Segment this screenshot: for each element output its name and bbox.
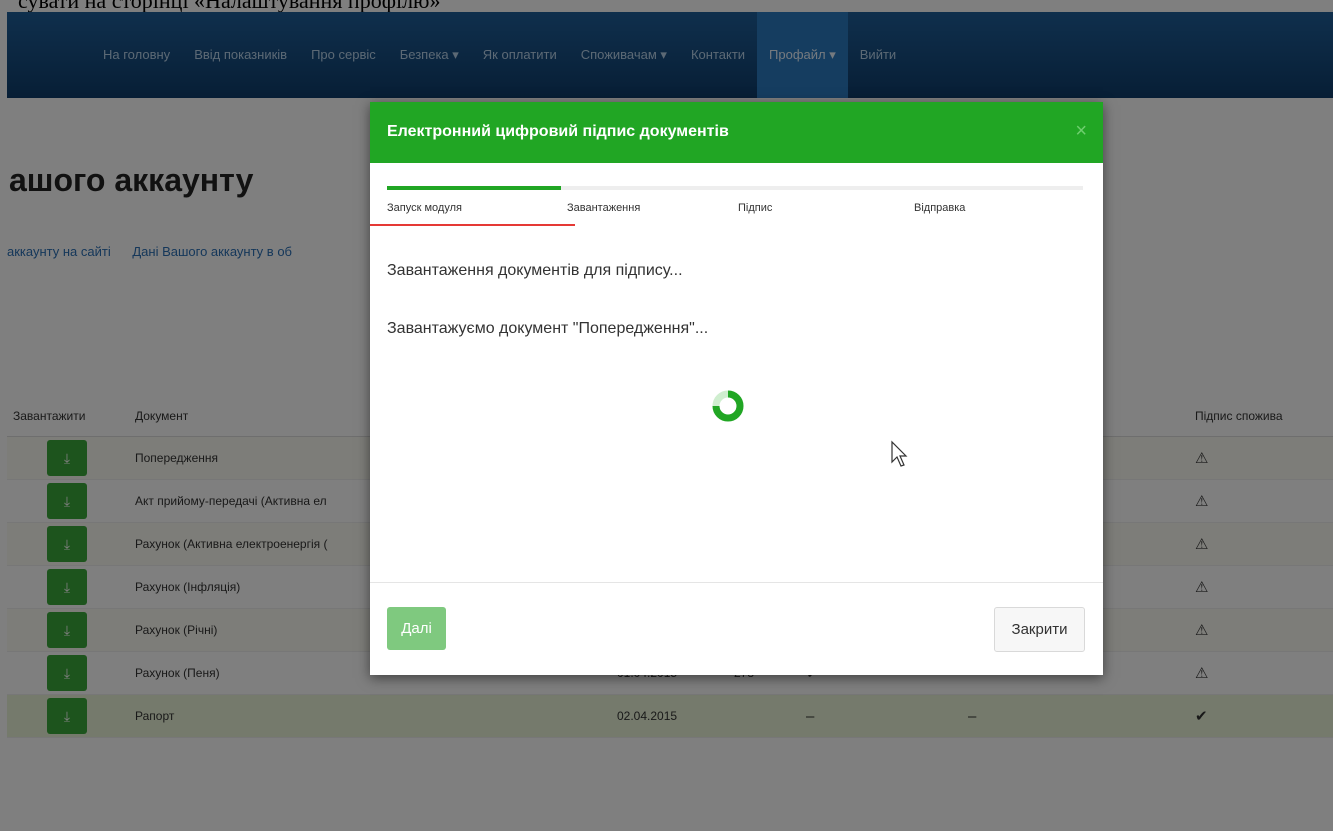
modal-title: Електронний цифровий підпис документів bbox=[387, 123, 729, 140]
close-button[interactable]: Закрити bbox=[994, 607, 1085, 652]
loading-spinner-icon bbox=[712, 390, 744, 422]
step-sending: Відправка bbox=[914, 202, 966, 214]
mouse-cursor-icon bbox=[891, 440, 908, 467]
status-message: Завантаження документів для підпису... bbox=[387, 262, 683, 279]
step-launch-module: Запуск модуля bbox=[387, 202, 462, 214]
active-step-underline bbox=[370, 224, 575, 226]
status-detail: Завантажуємо документ "Попередження"... bbox=[387, 320, 709, 337]
step-loading: Завантаження bbox=[567, 202, 641, 214]
modal-header: Електронний цифровий підпис документів × bbox=[370, 102, 1103, 163]
wizard-steps: Запуск модуля Завантаження Підпис Відпра… bbox=[370, 202, 1103, 222]
next-button[interactable]: Далі bbox=[387, 607, 446, 650]
modal-footer: Далі Закрити bbox=[370, 582, 1103, 676]
step-signing: Підпис bbox=[738, 202, 773, 214]
signature-modal: Електронний цифровий підпис документів ×… bbox=[370, 102, 1103, 675]
close-icon[interactable]: × bbox=[1075, 120, 1087, 143]
progress-fill bbox=[387, 186, 561, 190]
progress-bar bbox=[387, 186, 1083, 190]
